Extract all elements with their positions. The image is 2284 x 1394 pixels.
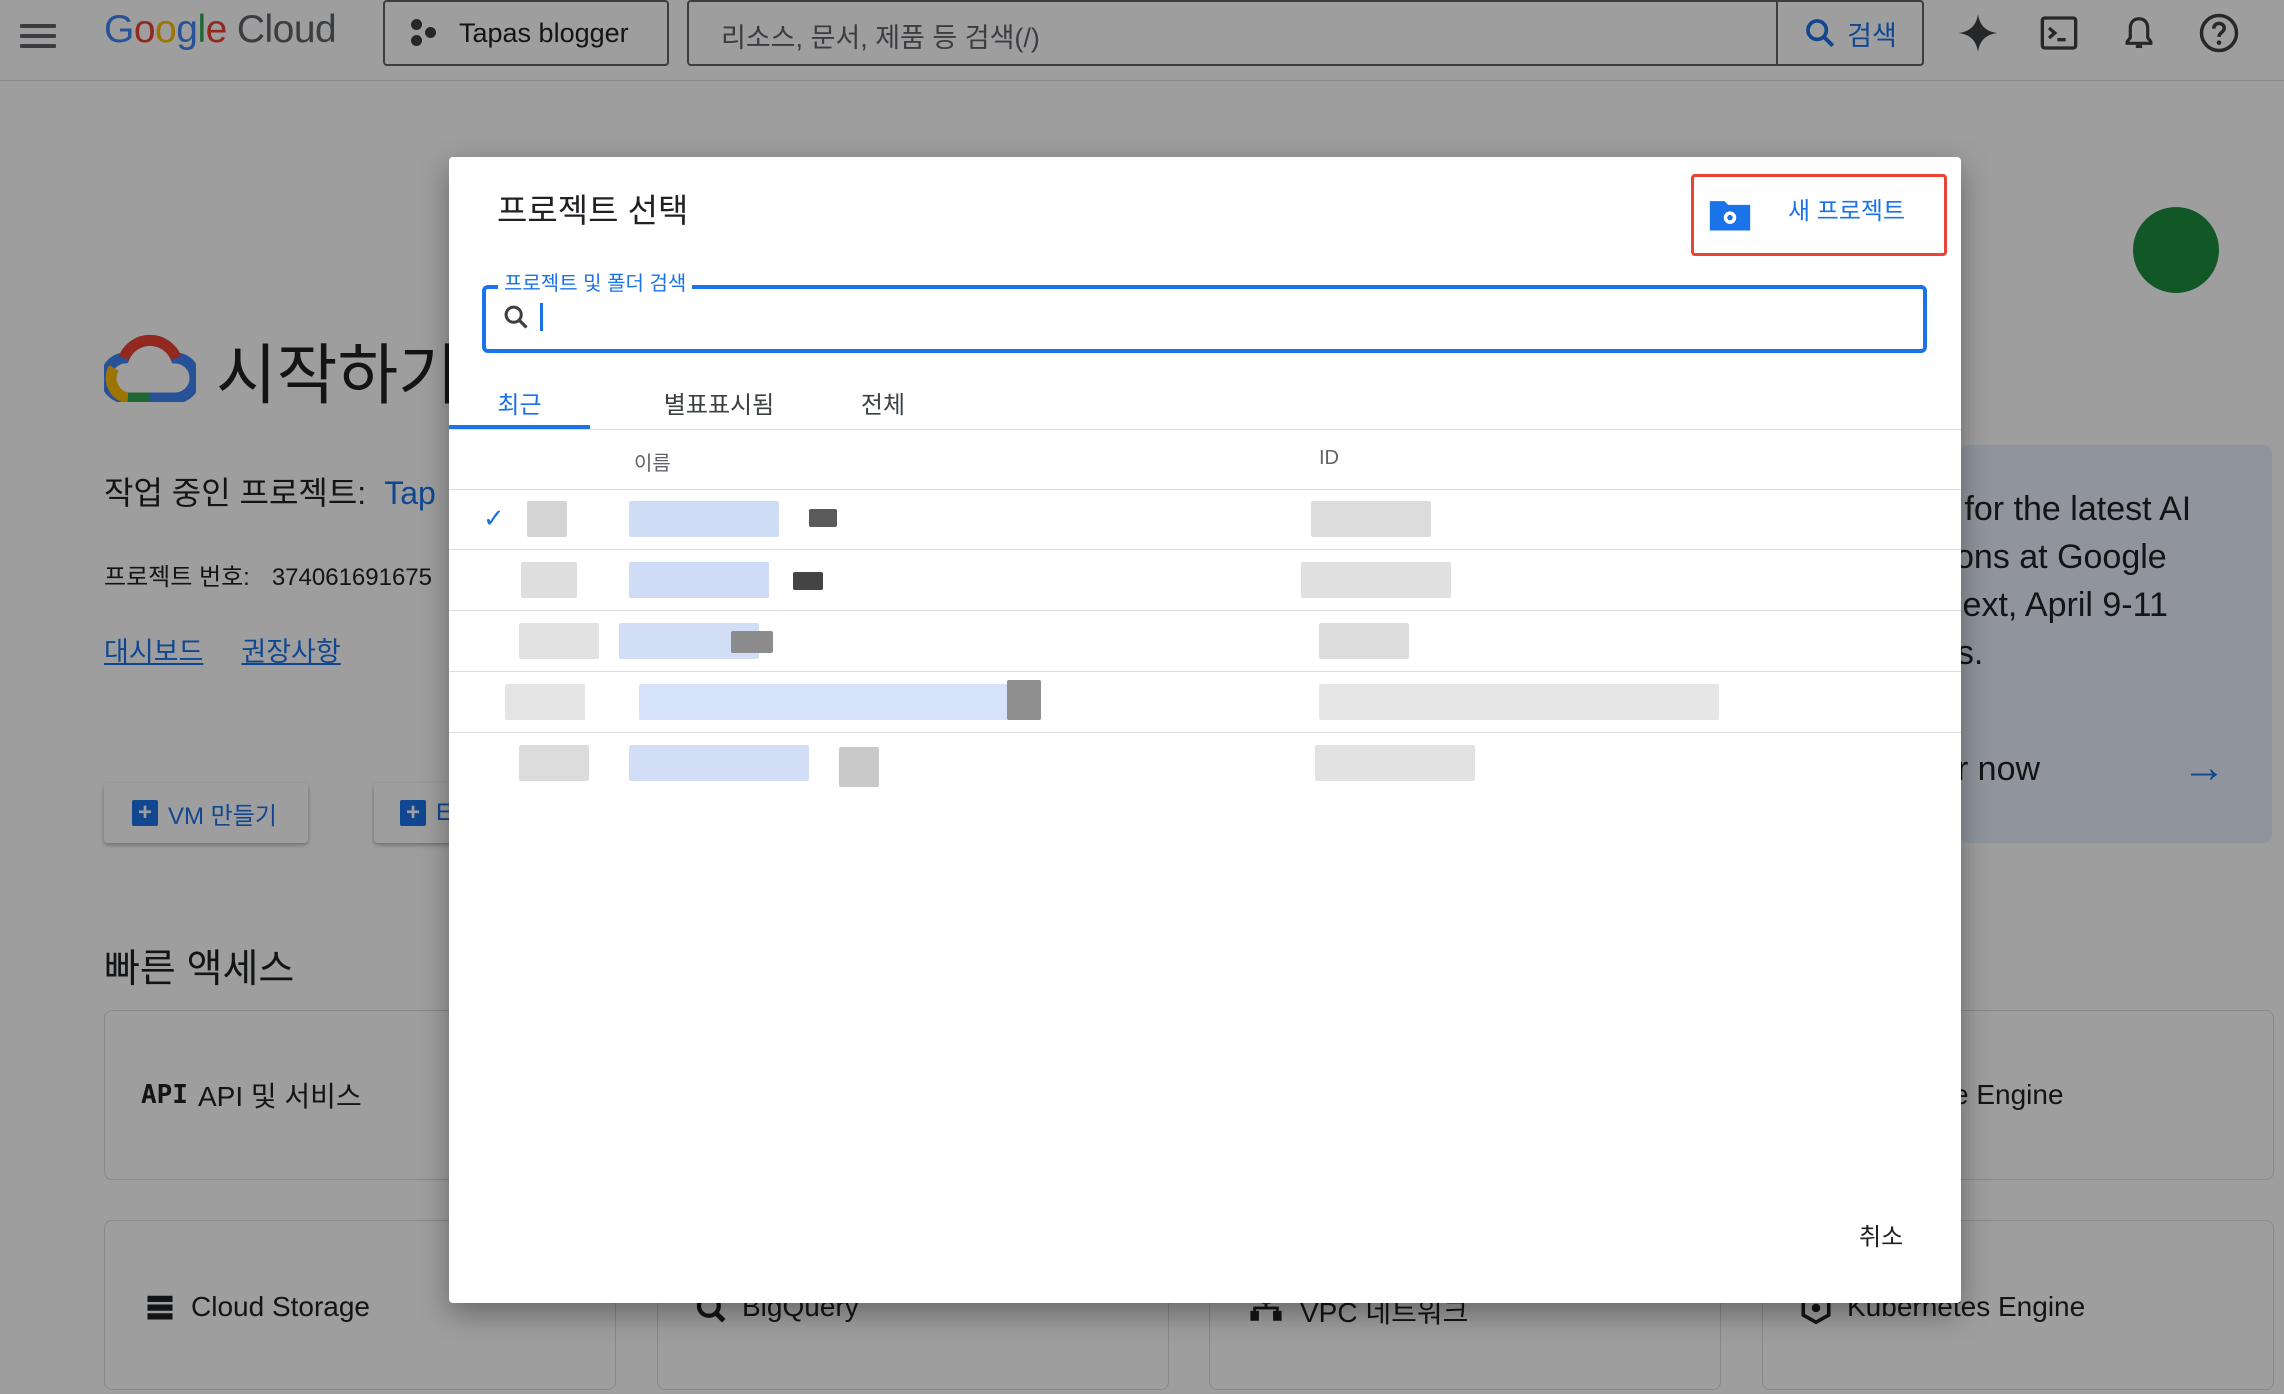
search-field-label: 프로젝트 및 폴더 검색 [498,267,693,296]
redacted-name [639,684,1009,720]
redacted-icon [527,501,567,537]
redacted-icon [519,623,599,659]
redacted-name [629,501,779,537]
redacted-id [1315,745,1475,781]
redacted-name [839,747,879,787]
tab-starred[interactable]: 별표표시됨 [639,371,799,429]
folder-settings-icon [1708,195,1752,238]
project-search-field[interactable]: 프로젝트 및 폴더 검색 [482,267,1927,353]
redacted-name [731,631,773,653]
redacted-name [809,509,837,527]
table-row[interactable] [449,550,1961,611]
table-header: 이름 ID [449,429,1961,490]
redacted-icon [505,684,585,720]
redacted-id [1311,501,1431,537]
console-page: Google Cloud Tapas blogger 리소스, 문서, 제품 등 … [0,0,2284,1394]
table-row[interactable] [449,733,1961,793]
table-row[interactable] [449,611,1961,672]
column-id-header: ID [1319,447,1339,469]
table-row[interactable]: ✓ [449,489,1961,550]
redacted-name [1007,680,1041,720]
new-project-label: 새 프로젝트 [1788,198,1906,225]
text-cursor [540,303,543,331]
redacted-icon [519,745,589,781]
redacted-icon [521,562,577,598]
dialog-title: 프로젝트 선택 [497,192,689,229]
search-icon [502,303,530,336]
redacted-name [629,562,769,598]
redacted-name [629,745,809,781]
redacted-id [1319,623,1409,659]
redacted-id [1301,562,1451,598]
column-name-header: 이름 [634,453,671,475]
table-row[interactable] [449,672,1961,733]
project-select-dialog: 프로젝트 선택 새 프로젝트 프로젝트 및 폴더 검색 최근 별표표시됨 전체 … [449,157,1961,1303]
check-icon: ✓ [483,503,505,533]
dialog-tabs: 최근 별표표시됨 전체 [449,371,1961,430]
tab-recent[interactable]: 최근 [449,371,590,429]
redacted-id [1319,684,1719,720]
cancel-button[interactable]: 취소 [1859,1217,1903,1252]
redacted-name [793,572,823,590]
tab-all[interactable]: 전체 [833,371,933,429]
new-project-button[interactable]: 새 프로젝트 [1691,174,1947,256]
